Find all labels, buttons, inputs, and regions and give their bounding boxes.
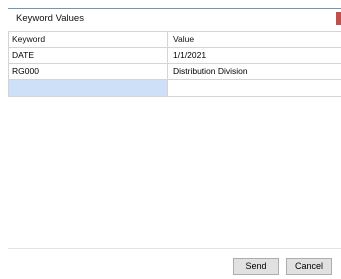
column-header-value[interactable]: Value: [168, 32, 341, 47]
value-cell[interactable]: Distribution Division: [168, 64, 341, 79]
cancel-button[interactable]: Cancel: [286, 258, 332, 275]
table-row[interactable]: RG000 Distribution Division: [9, 64, 341, 80]
keyword-cell[interactable]: DATE: [9, 48, 168, 63]
send-button[interactable]: Send: [233, 258, 279, 275]
grid-header-row: Keyword Value: [9, 32, 341, 48]
new-row-keyword-cell[interactable]: [9, 80, 168, 96]
column-header-keyword[interactable]: Keyword: [9, 32, 168, 47]
dialog-title: Keyword Values: [16, 13, 84, 24]
new-row[interactable]: [9, 80, 341, 97]
dialog-top-border: [8, 8, 341, 9]
table-row[interactable]: DATE 1/1/2021: [9, 48, 341, 64]
close-icon[interactable]: [336, 12, 341, 25]
value-cell[interactable]: 1/1/2021: [168, 48, 341, 63]
keyword-values-grid: Keyword Value DATE 1/1/2021 RG000 Distri…: [8, 31, 341, 97]
keyword-cell[interactable]: RG000: [9, 64, 168, 79]
keyword-values-dialog: Keyword Values Keyword Value DATE 1/1/20…: [0, 0, 341, 279]
new-row-value-cell[interactable]: [168, 80, 341, 96]
footer-divider: [8, 248, 341, 249]
